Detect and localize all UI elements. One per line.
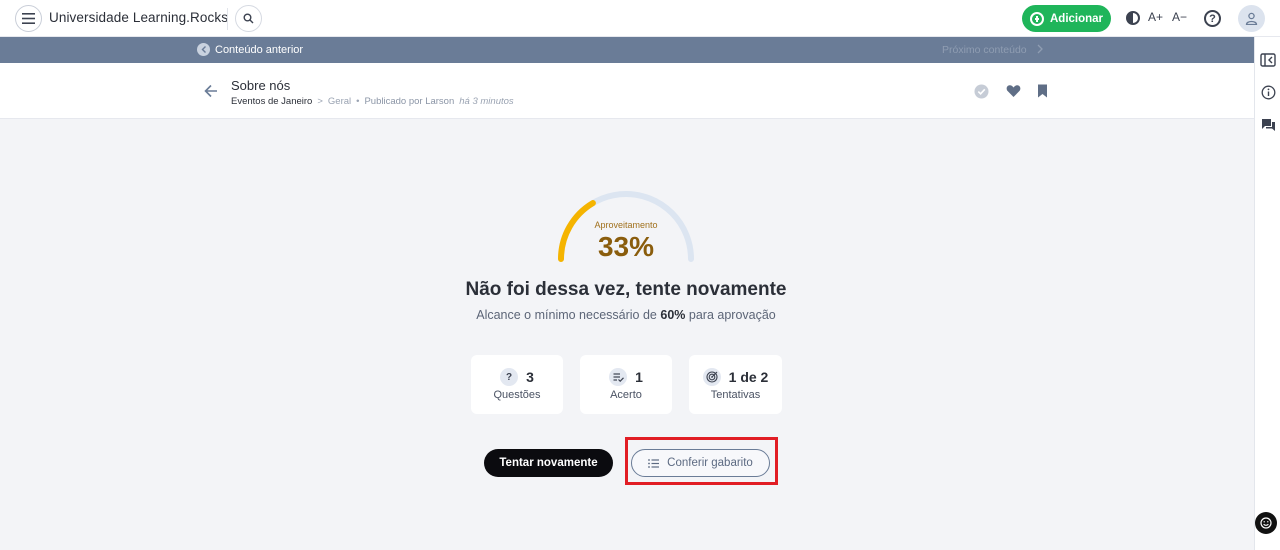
previous-content-link[interactable]: Conteúdo anterior (197, 43, 303, 56)
add-button-label: Adicionar (1050, 12, 1104, 25)
page-title: Sobre nós (231, 78, 291, 93)
gauge-value: 33% (597, 231, 655, 262)
bookmark-icon[interactable] (1037, 84, 1048, 98)
help-glyph: ? (1209, 12, 1216, 25)
check-answers-button[interactable]: Conferir gabarito (631, 449, 770, 477)
check-answers-label: Conferir gabarito (667, 457, 753, 469)
divider (227, 8, 228, 30)
breadcrumb-category[interactable]: Geral (328, 96, 351, 107)
search-icon (243, 13, 254, 24)
info-icon[interactable] (1260, 84, 1276, 100)
avatar[interactable] (1238, 5, 1265, 32)
font-decrease-button[interactable]: A− (1172, 10, 1187, 24)
contrast-icon[interactable] (1126, 11, 1140, 25)
stat-label: Tentativas (710, 389, 761, 401)
next-content-label: Próximo conteúdo (942, 44, 1027, 56)
stat-value: 1 (635, 369, 643, 385)
chevron-left-icon (197, 43, 210, 56)
chevron-right-icon (1037, 44, 1043, 54)
question-icon: ? (500, 368, 519, 386)
right-rail (1254, 37, 1280, 550)
breadcrumb-dot: • (356, 96, 360, 107)
list-icon (648, 458, 660, 468)
check-list-icon (609, 368, 628, 386)
user-icon (1245, 12, 1258, 25)
heart-icon[interactable] (1006, 84, 1021, 98)
gauge-label: Aproveitamento (594, 220, 658, 230)
font-increase-button[interactable]: A+ (1148, 10, 1163, 24)
add-button[interactable]: Adicionar (1022, 5, 1111, 32)
smile-icon (1260, 517, 1272, 529)
result-subtitle: Alcance o mínimo necessário de 60% para … (380, 308, 872, 322)
result-sub-suffix: para aprovação (688, 308, 776, 322)
next-content-link: Próximo conteúdo (942, 44, 1043, 56)
stat-label: Acerto (610, 389, 642, 401)
breadcrumb: Eventos de Janeiro > Geral • Publicado p… (231, 96, 514, 107)
brand-name[interactable]: Universidade Learning.Rocks (49, 10, 228, 25)
retry-button[interactable]: Tentar novamente (484, 449, 613, 477)
previous-content-label: Conteúdo anterior (215, 43, 304, 56)
top-bar: Universidade Learning.Rocks Adicionar A+… (0, 0, 1280, 37)
chat-widget-button[interactable] (1255, 512, 1277, 534)
stat-value: 1 de 2 (728, 369, 769, 385)
stat-label: Questões (493, 389, 541, 401)
breadcrumb-channel[interactable]: Eventos de Janeiro (231, 96, 312, 107)
verified-check-icon[interactable] (974, 84, 989, 99)
comments-icon[interactable] (1260, 117, 1276, 133)
stat-card-questions: ? 3 Questões (471, 355, 563, 414)
published-time: há 3 minutos (459, 96, 514, 107)
breadcrumb-separator: > (317, 96, 323, 107)
content-nav-strip: Conteúdo anterior Próximo conteúdo (0, 37, 1254, 63)
menu-button[interactable] (15, 5, 42, 32)
collapse-panel-icon[interactable] (1260, 52, 1276, 68)
published-by: Publicado por Larson (364, 96, 455, 107)
stat-card-correct: 1 Acerto (580, 355, 672, 414)
plus-circle-icon (1030, 11, 1044, 26)
target-icon (702, 368, 721, 386)
result-title: Não foi dessa vez, tente novamente (465, 279, 787, 300)
result-sub-prefix: Alcance o mínimo necessário de (476, 308, 657, 322)
help-icon[interactable]: ? (1204, 10, 1221, 27)
menu-icon (22, 13, 35, 24)
back-arrow-icon[interactable] (204, 84, 218, 98)
stat-card-attempts: 1 de 2 Tentativas (689, 355, 782, 414)
stat-value: 3 (526, 369, 534, 385)
minimum-score: 60% (660, 308, 686, 322)
content-header: Sobre nós Eventos de Janeiro > Geral • P… (0, 63, 1254, 119)
search-button[interactable] (235, 5, 262, 32)
